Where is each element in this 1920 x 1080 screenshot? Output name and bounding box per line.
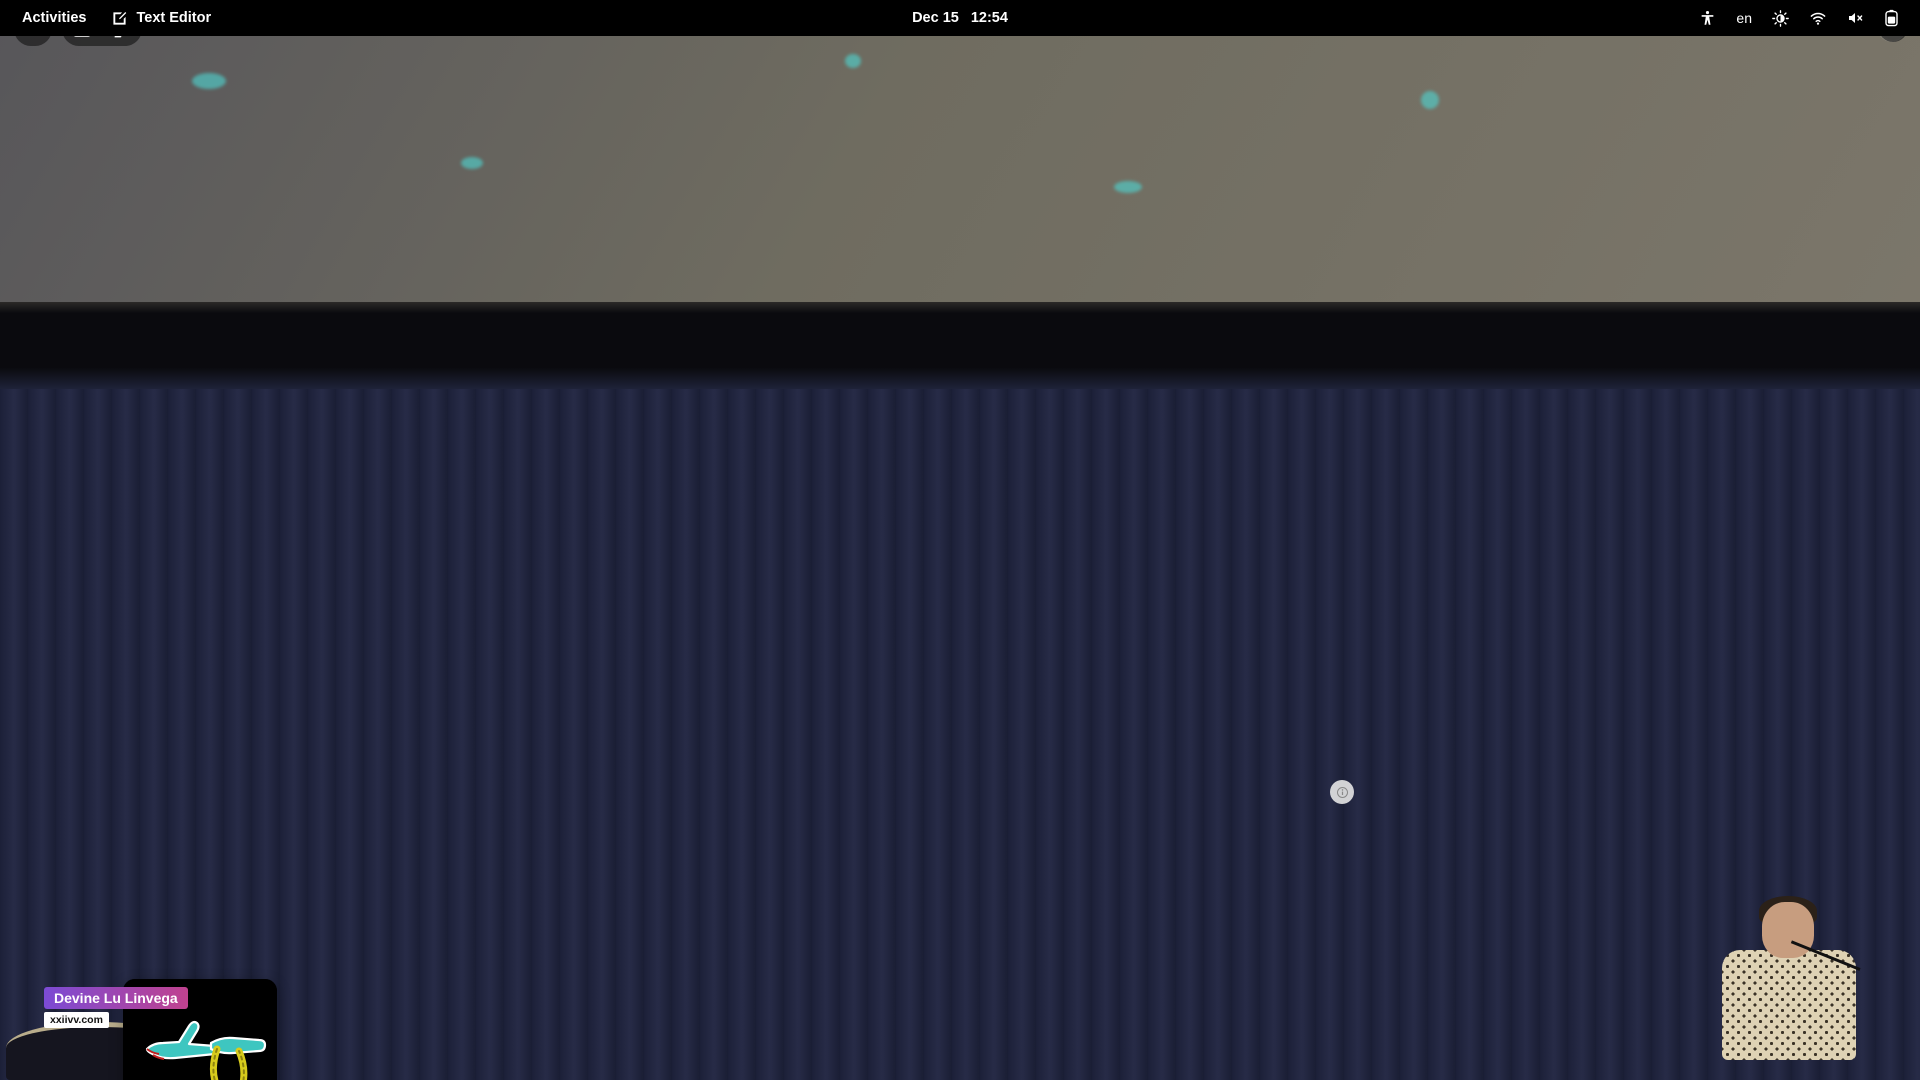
battery-icon[interactable] <box>1885 9 1898 27</box>
keyboard-layout-indicator[interactable]: en <box>1736 10 1752 26</box>
clock-button[interactable]: Dec 15 12:54 <box>912 10 1008 26</box>
desktop: Activities Text Editor Dec 15 12:54 en D… <box>0 0 1920 1080</box>
activities-label: Activities <box>22 10 87 26</box>
accessibility-icon[interactable] <box>1699 10 1716 27</box>
text-editor-icon <box>112 11 127 26</box>
activities-button[interactable]: Activities <box>22 10 86 26</box>
volume-muted-icon[interactable] <box>1847 10 1865 26</box>
clock-date: Dec 15 <box>912 10 959 26</box>
info-badge[interactable] <box>1330 780 1354 804</box>
clock-time: 12:54 <box>970 10 1008 26</box>
app-menu-button[interactable]: Text Editor <box>112 10 211 26</box>
video-frame: Devine Lu Linvega xxiivv.com <box>0 0 1920 1080</box>
app-menu-label: Text Editor <box>136 10 212 26</box>
top-bar: Activities Text Editor Dec 15 12:54 en <box>0 0 1920 36</box>
brightness-icon[interactable] <box>1772 9 1789 27</box>
video-player-window: Devine Lu Linvega xxiivv.com <box>0 0 1920 1080</box>
stage-curtain <box>0 388 1920 1080</box>
wifi-icon[interactable] <box>1809 9 1827 27</box>
